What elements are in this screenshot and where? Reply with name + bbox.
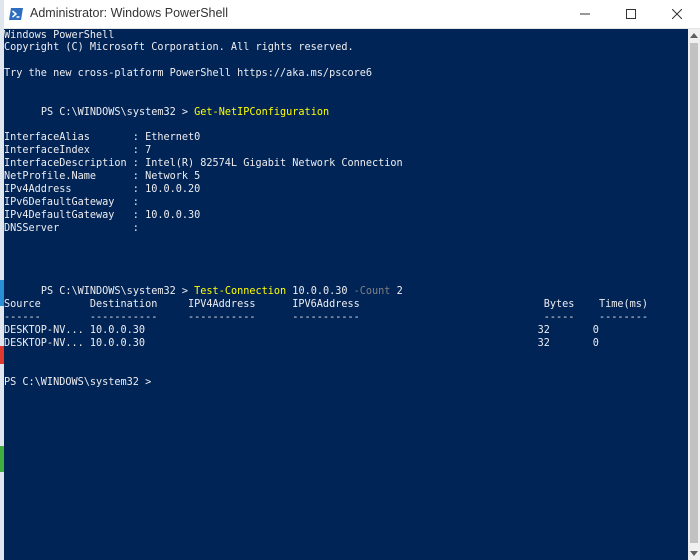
- close-icon: [672, 9, 682, 19]
- maximize-button[interactable]: [608, 0, 654, 28]
- command-argument: 10.0.0.30: [286, 286, 354, 297]
- chevron-up-icon: [690, 33, 698, 38]
- title-bar[interactable]: Administrator: Windows PowerShell: [4, 0, 700, 29]
- maximize-icon: [626, 9, 636, 19]
- output-line: InterfaceDescription : Intel(R) 82574L G…: [4, 158, 403, 169]
- output-line: IPv4DefaultGateway : 10.0.0.30: [4, 210, 201, 221]
- chevron-down-icon: [690, 551, 698, 556]
- command-parameter: -Count: [353, 286, 391, 297]
- pscore-hint-line: Try the new cross-platform PowerShell ht…: [4, 68, 373, 79]
- parameter-value: 2: [390, 286, 403, 297]
- command-name: Test-Connection: [194, 286, 287, 297]
- command-name: Get-NetIPConfiguration: [194, 107, 330, 118]
- window-title: Administrator: Windows PowerShell: [30, 6, 228, 20]
- minimize-icon: [580, 13, 590, 15]
- minimize-button[interactable]: [562, 0, 608, 28]
- output-line: InterfaceIndex : 7: [4, 145, 152, 156]
- table-row: DESKTOP-NV... 10.0.0.30 32 0: [4, 338, 599, 349]
- scrollbar-thumb[interactable]: [690, 43, 698, 543]
- powershell-icon: [9, 8, 23, 20]
- output-line: DNSServer :: [4, 223, 139, 234]
- vertical-scrollbar[interactable]: [688, 29, 700, 560]
- scroll-up-button[interactable]: [688, 29, 700, 41]
- output-line: IPv6DefaultGateway :: [4, 197, 139, 208]
- copyright-line: Copyright (C) Microsoft Corporation. All…: [4, 42, 354, 53]
- command-line: PS C:\WINDOWS\system32 >: [4, 377, 152, 388]
- table-row: DESKTOP-NV... 10.0.0.30 32 0: [4, 325, 599, 336]
- close-button[interactable]: [654, 0, 700, 28]
- table-header: Source Destination IPV4Address IPV6Addre…: [4, 299, 649, 310]
- output-line: IPv4Address : 10.0.0.20: [4, 184, 201, 195]
- command-line: PS C:\WINDOWS\system32 > Test-Connection…: [4, 272, 403, 297]
- prompt: PS C:\WINDOWS\system32 >: [40, 107, 195, 118]
- powershell-window: Administrator: Windows PowerShell Window…: [4, 0, 700, 560]
- output-line: InterfaceAlias : Ethernet0: [4, 132, 201, 143]
- command-line: PS C:\WINDOWS\system32 > Get-NetIPConfig…: [4, 93, 329, 118]
- output-line: NetProfile.Name : Network 5: [4, 171, 201, 182]
- console-output[interactable]: Windows PowerShell Copyright (C) Microso…: [4, 29, 688, 560]
- scroll-down-button[interactable]: [688, 548, 700, 560]
- prompt: PS C:\WINDOWS\system32 >: [40, 286, 195, 297]
- table-rule: ------ ----------- ----------- ---------…: [4, 312, 649, 323]
